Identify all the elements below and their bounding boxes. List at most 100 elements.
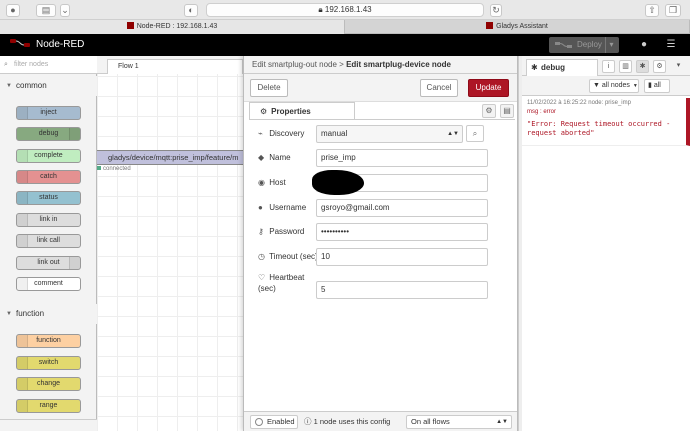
debug-sidebar: ✱ debug i ▥ ✱ ⚙ ▾ ▼ all nodes ▼ ▮ all 11/0…	[522, 56, 690, 431]
tab-debug[interactable]: ✱ debug	[526, 59, 598, 76]
breadcrumb-parent[interactable]: Edit smartplug-out node	[252, 60, 337, 69]
gear-icon[interactable]: ⚙	[653, 60, 666, 73]
info-icon[interactable]: i	[602, 60, 615, 73]
palette-node-debug[interactable]: debug	[16, 127, 81, 141]
chevron-down-icon: ▼	[632, 83, 638, 89]
redaction-mark	[312, 170, 364, 195]
tray-toolbar: Delete Cancel Update	[244, 74, 517, 102]
discovery-label: ⌁ Discovery	[258, 125, 304, 143]
link-icon	[17, 214, 28, 226]
shuffle-icon	[17, 378, 28, 390]
gladys-favicon-icon	[486, 22, 494, 29]
gear-icon[interactable]: ⚙	[482, 104, 496, 118]
chevron-down-icon[interactable]: ⌄	[60, 4, 70, 17]
discovery-select[interactable]: manual ▲▼	[316, 125, 463, 143]
palette-node-link-in[interactable]: link in	[16, 213, 81, 227]
browser-toolbar: ● ▤ ⌄ ◐ 🔒︎ 192.168.1.43 ↻ ⇧ ❐	[0, 0, 690, 20]
palette-footer	[0, 419, 97, 431]
user-icon[interactable]: ●	[637, 39, 651, 51]
password-field[interactable]: ••••••••••	[316, 223, 488, 241]
enabled-toggle[interactable]: Enabled	[250, 415, 298, 429]
delete-button[interactable]: Delete	[250, 79, 288, 97]
clear-dropdown[interactable]: ▮ all	[644, 79, 670, 93]
window-dots-icon[interactable]: ●	[6, 4, 20, 17]
deploy-icon	[555, 42, 572, 48]
address-bar[interactable]: 🔒︎ 192.168.1.43	[206, 3, 484, 17]
palette-node-inject[interactable]: inject	[16, 106, 81, 120]
debug-toolbar: ▼ all nodes ▼ ▮ all	[522, 76, 690, 96]
palette-node-function[interactable]: function	[16, 334, 81, 348]
main-menu-icon[interactable]: ☰	[664, 39, 678, 51]
node-status: connected	[97, 166, 131, 172]
sidebar-tabs: ✱ debug i ▥ ✱ ⚙ ▾	[522, 56, 690, 76]
username-field[interactable]: gsroyo@gmail.com	[316, 199, 488, 217]
link-icon	[69, 257, 80, 269]
deploy-button[interactable]: Deploy ▾	[549, 37, 619, 53]
link-icon	[17, 235, 28, 247]
trash-icon: ▮	[648, 82, 652, 89]
debug-icon	[69, 128, 80, 140]
flow-workspace[interactable]: Flow 1 gladys/device/mqtt:prise_imp/feat…	[97, 56, 243, 431]
palette-node-status[interactable]: status	[16, 191, 81, 205]
heartbeat-icon: ♡	[258, 273, 266, 282]
arrow-icon	[17, 107, 28, 119]
palette-node-catch[interactable]: catch	[16, 170, 81, 184]
workspace-tabs: Flow 1	[97, 56, 243, 74]
update-button[interactable]: Update	[468, 79, 509, 97]
nodered-favicon-icon	[126, 22, 134, 29]
browser-tab-nodered[interactable]: Node-RED : 192.168.1.43	[0, 20, 345, 34]
filter-icon: ▼	[593, 82, 600, 89]
palette-node-link-out[interactable]: link out	[16, 256, 81, 270]
comment-icon	[17, 278, 28, 290]
edit-tray: Edit smartplug-out node > Edit smartplug…	[243, 56, 518, 431]
nodered-logo-icon	[10, 39, 30, 47]
deploy-menu-caret-icon[interactable]: ▾	[605, 37, 617, 53]
timeout-label: ◷ Timeout (sec)	[258, 248, 318, 266]
palette-category-common[interactable]: ▼ common	[0, 76, 97, 96]
pulse-icon	[17, 192, 28, 204]
tab-properties[interactable]: ⚙ Properties	[249, 102, 355, 120]
heartbeat-label: ♡ Heartbeat (sec)	[258, 273, 305, 293]
browser-tab-gladys[interactable]: Gladys Assistant	[345, 20, 690, 34]
host-label: ◉ Host	[258, 174, 286, 192]
palette-node-switch[interactable]: switch	[16, 356, 81, 370]
check-icon	[17, 150, 28, 162]
palette-node-change[interactable]: change	[16, 377, 81, 391]
palette-node-complete[interactable]: complete	[16, 149, 81, 163]
browser-tabs: Node-RED : 192.168.1.43 Gladys Assistant	[0, 20, 690, 34]
tabs-overview-icon[interactable]: ❐	[665, 4, 681, 17]
share-icon[interactable]: ⇧	[645, 4, 659, 17]
book-icon[interactable]: ▥	[619, 60, 632, 73]
chevron-down-icon[interactable]: ▾	[672, 60, 685, 73]
breadcrumb: Edit smartplug-out node > Edit smartplug…	[244, 56, 517, 74]
debug-message-text: "Error: Request timeout occurred - reque…	[527, 120, 671, 137]
bug-icon[interactable]: ✱	[636, 60, 649, 73]
name-field[interactable]: prise_imp	[316, 149, 488, 167]
chevron-down-icon: ▼	[6, 311, 12, 317]
select-arrows-icon: ▲▼	[447, 131, 459, 137]
reload-icon[interactable]: ↻	[490, 4, 502, 17]
key-icon: ⚷	[258, 227, 264, 236]
palette-node-link-call[interactable]: link call	[16, 234, 81, 248]
shield-icon[interactable]: ◐	[184, 4, 198, 17]
description-icon[interactable]: ▤	[500, 104, 514, 118]
search-button[interactable]: ⌕	[466, 125, 484, 142]
palette-node-range[interactable]: range	[16, 399, 81, 413]
debug-message[interactable]: 11/02/2022 à 16:25:22 node: prise_imp ms…	[522, 98, 690, 146]
timeout-field[interactable]: 10	[316, 248, 488, 266]
filter-nodes-dropdown[interactable]: ▼ all nodes ▼	[589, 79, 639, 93]
username-label: ● Username	[258, 199, 306, 217]
sidebar-toggle-icon[interactable]: ▤	[36, 4, 56, 17]
debug-message-meta: 11/02/2022 à 16:25:22 node: prise_imp	[527, 100, 631, 106]
flow-node-mqtt[interactable]: gladys/device/mqtt:prise_imp/feature/m	[97, 150, 243, 165]
range-icon	[17, 400, 28, 412]
palette-category-function[interactable]: ▼ function	[0, 304, 97, 324]
tab-flow-1[interactable]: Flow 1	[107, 59, 243, 74]
palette-node-comment[interactable]: comment	[16, 277, 81, 291]
heartbeat-field[interactable]: 5	[316, 281, 488, 299]
debug-message-type: msg : error	[527, 109, 557, 115]
cancel-button[interactable]: Cancel	[420, 79, 458, 97]
node-palette: ⌕ filter nodes ▼ common inject debug compl…	[0, 56, 97, 431]
palette-filter-input[interactable]: ⌕ filter nodes	[0, 56, 97, 74]
config-scope-select[interactable]: On all flows ▲▼	[406, 415, 512, 429]
